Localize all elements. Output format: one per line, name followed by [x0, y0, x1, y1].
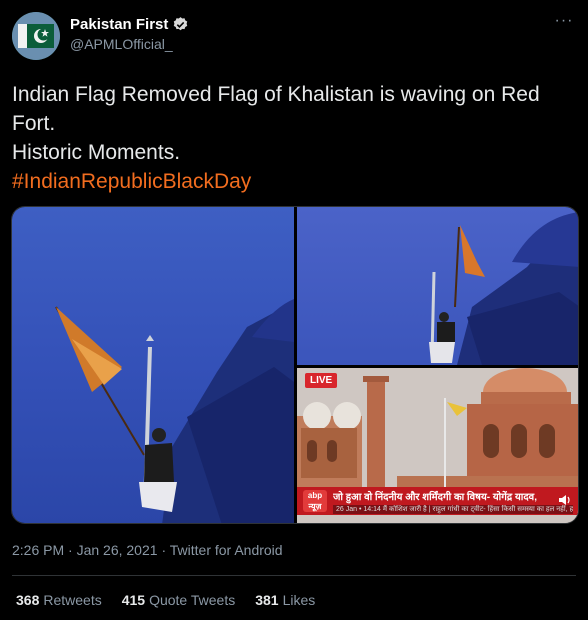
tweet-text: Indian Flag Removed Flag of Khalistan is… — [12, 80, 580, 196]
media-image-1[interactable] — [12, 207, 294, 523]
retweets-count: 368 — [16, 592, 40, 608]
tweet-text-line: Historic Moments. — [12, 141, 181, 164]
likes-label: Likes — [282, 592, 316, 608]
author-handle[interactable]: @APMLOfficial_ — [70, 36, 189, 52]
live-badge: LIVE — [305, 373, 338, 388]
flag-climber-photo — [55, 299, 294, 523]
author-display-name[interactable]: Pakistan First — [70, 16, 189, 33]
abp-news-logo: abp न्यूज़ — [303, 490, 327, 512]
news-ticker: abp न्यूज़ जो हुआ वो निंदनीय और शर्मिंदग… — [297, 487, 578, 515]
ticker-headline: जो हुआ वो निंदनीय और शर्मिंदगी का विषय- … — [333, 492, 538, 503]
tweet-source[interactable]: Twitter for Android — [170, 542, 283, 558]
divider — [12, 575, 576, 576]
tweet-stats: 368 Retweets 415 Quote Tweets 381 Likes — [16, 592, 315, 608]
tweet-text-line: Indian Flag Removed Flag of Khalistan is… — [12, 83, 540, 135]
media-image-2[interactable] — [297, 207, 578, 365]
retweets-stat[interactable]: 368 Retweets — [16, 592, 102, 608]
likes-stat[interactable]: 381 Likes — [255, 592, 315, 608]
retweets-label: Retweets — [43, 592, 102, 608]
tweet-meta: 2:26 PM · Jan 26, 2021 · Twitter for And… — [12, 542, 283, 558]
author-info[interactable]: Pakistan First @APMLOfficial_ — [70, 16, 189, 52]
tweet-media-grid: LIVE abp न्यूज़ जो हुआ वो निंदनीय और शर्… — [11, 206, 579, 524]
ticker-subline: 26 Jan • 14:14 मैं कोशिश जारी है | राहुल… — [333, 505, 573, 514]
pakistan-flag-icon — [12, 12, 60, 60]
pakistan-flag-avatar[interactable] — [12, 12, 60, 60]
media-image-3[interactable]: LIVE abp न्यूज़ जो हुआ वो निंदनीय और शर्… — [297, 368, 578, 523]
tweet-header: Pakistan First @APMLOfficial_ ··· — [12, 12, 576, 64]
flag-climber-wide-photo — [429, 209, 578, 365]
verified-badge-icon — [174, 17, 188, 31]
tweet-timestamp[interactable]: 2:26 PM · Jan 26, 2021 — [12, 542, 158, 558]
quote-tweets-stat[interactable]: 415 Quote Tweets — [122, 592, 236, 608]
more-options-icon[interactable]: ··· — [552, 12, 576, 32]
hashtag-link[interactable]: #IndianRepublicBlackDay — [12, 167, 580, 196]
quotes-count: 415 — [121, 592, 146, 608]
display-name-text[interactable]: Pakistan First — [70, 16, 168, 33]
quotes-label: Quote Tweets — [149, 592, 236, 608]
meta-separator: · — [161, 542, 170, 558]
likes-count: 381 — [255, 592, 279, 608]
volume-icon[interactable] — [558, 493, 572, 507]
